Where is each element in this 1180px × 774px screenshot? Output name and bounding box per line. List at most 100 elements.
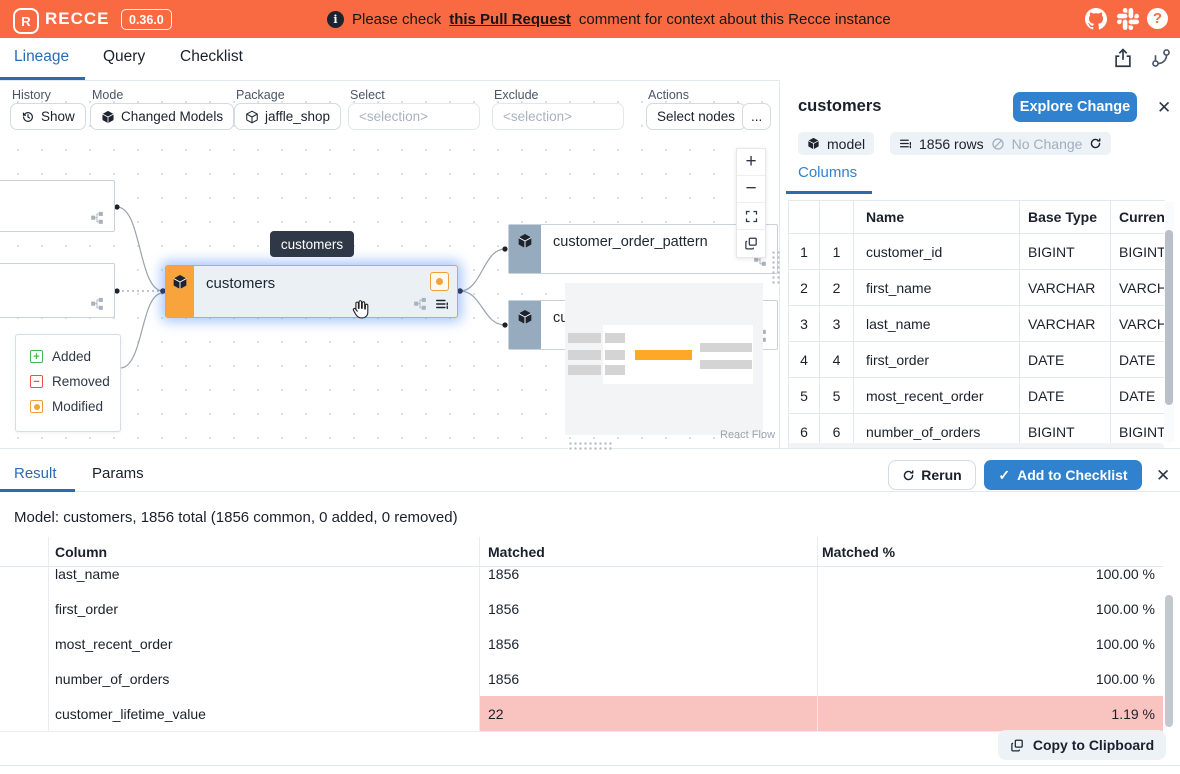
- close-result-icon[interactable]: ✕: [1156, 467, 1170, 484]
- horizontal-resize-handle[interactable]: [568, 441, 612, 452]
- minimap-node: [568, 365, 601, 375]
- refresh-icon[interactable]: [1089, 137, 1102, 150]
- table-row[interactable]: 44 first_orderDATE DATE: [789, 342, 1165, 378]
- table-row[interactable]: 11 customer_idBIGINT BIGINT: [789, 234, 1165, 270]
- explore-change-button[interactable]: Explore Change: [1013, 92, 1137, 122]
- lineage-canvas[interactable]: customers customer_order_pattern cu: [0, 80, 779, 448]
- react-flow-attribution: React Flow: [720, 429, 775, 441]
- cube-icon: [807, 137, 820, 150]
- graph-toolbar: History Show Mode Changed Models Package…: [0, 80, 779, 138]
- branch-icon[interactable]: [1150, 47, 1172, 69]
- node-customers[interactable]: customers: [165, 265, 458, 318]
- scrollbar-thumb[interactable]: [1165, 595, 1173, 727]
- vertical-resize-handle[interactable]: [771, 250, 780, 286]
- rows-icon: [899, 137, 912, 150]
- scrollbar-thumb[interactable]: [1165, 230, 1173, 405]
- hand-cursor-icon: [348, 298, 370, 320]
- tabs-divider: [0, 491, 1180, 492]
- zoom-out-button[interactable]: −: [737, 176, 765, 203]
- slack-icon[interactable]: [1117, 8, 1139, 30]
- change-status-label: No Change: [1012, 136, 1083, 152]
- share-icon[interactable]: [1112, 47, 1134, 69]
- model-cube-icon: [517, 309, 533, 325]
- rerun-button[interactable]: Rerun: [888, 460, 976, 490]
- modified-badge-icon: [430, 272, 449, 291]
- tab-lineage[interactable]: Lineage: [14, 48, 69, 66]
- package-button-label: jaffle_shop: [265, 109, 330, 124]
- recce-app: R RECCE 0.36.0 i Please check this Pull …: [0, 0, 1180, 774]
- legend-added: + Added: [30, 349, 120, 364]
- add-to-checklist-button[interactable]: ✓ Add to Checklist: [984, 460, 1142, 490]
- info-icon: i: [327, 11, 344, 28]
- banner-message-suffix: comment for context about this Recce ins…: [579, 11, 891, 28]
- vertical-scrollbar[interactable]: [1164, 202, 1174, 442]
- node-label: customers: [206, 275, 275, 292]
- cube-icon: [101, 110, 115, 124]
- tab-query[interactable]: Query: [103, 48, 145, 66]
- table-row-clipped[interactable]: last_name 1856 100.00 %: [0, 567, 1163, 591]
- minimap-node: [700, 360, 752, 369]
- upstream-node-1[interactable]: [0, 180, 115, 232]
- model-cube-icon: [517, 233, 533, 249]
- mode-button[interactable]: Changed Models: [90, 103, 234, 130]
- close-panel-icon[interactable]: ✕: [1157, 99, 1171, 116]
- package-button[interactable]: jaffle_shop: [234, 103, 341, 130]
- more-actions-button[interactable]: ...: [742, 103, 771, 130]
- tab-result[interactable]: Result: [14, 465, 57, 482]
- table-row-highlighted[interactable]: customer_lifetime_value 22 1.19 %: [0, 696, 1163, 732]
- rows-icon: [435, 297, 449, 311]
- modified-icon: [30, 400, 43, 413]
- exclude-label: Exclude: [494, 88, 538, 102]
- added-icon: +: [30, 350, 43, 363]
- tab-columns[interactable]: Columns: [798, 164, 857, 181]
- help-icon[interactable]: ?: [1147, 8, 1168, 29]
- exclude-input[interactable]: [492, 103, 624, 130]
- select-nodes-button[interactable]: Select nodes: [646, 103, 746, 130]
- history-label: History: [12, 88, 51, 102]
- header-column: Column: [49, 537, 480, 567]
- tab-checklist[interactable]: Checklist: [180, 48, 243, 66]
- header-matched-pct: Matched %: [818, 537, 1163, 567]
- select-input[interactable]: [348, 103, 480, 130]
- legend-modified: Modified: [30, 399, 120, 414]
- check-icon: ✓: [998, 467, 1010, 484]
- model-cube-icon: [172, 274, 188, 290]
- table-row[interactable]: 22 first_nameVARCHAR VARCHAR: [789, 270, 1165, 306]
- hierarchy-icon: [413, 297, 427, 311]
- result-panel: Result Params Rerun ✓ Add to Checklist ✕…: [0, 448, 1180, 774]
- show-history-button[interactable]: Show: [10, 103, 86, 130]
- interactive-lock-button[interactable]: [737, 230, 765, 257]
- tab-params[interactable]: Params: [92, 465, 144, 482]
- model-badge-label: model: [827, 136, 865, 152]
- row-count-badge: 1856 rows No Change: [890, 132, 1111, 155]
- table-row[interactable]: 55 most_recent_orderDATE DATE: [789, 378, 1165, 414]
- main-nav: Lineage Query Checklist: [0, 38, 1180, 81]
- recce-logo-icon: R: [13, 8, 39, 34]
- table-row[interactable]: 33 last_nameVARCHAR VARCHAR: [789, 306, 1165, 342]
- minimap-node: [605, 350, 625, 360]
- pull-request-link[interactable]: this Pull Request: [449, 11, 571, 28]
- recce-logo-text: RECCE: [45, 9, 110, 29]
- github-icon[interactable]: [1085, 8, 1107, 30]
- fit-view-button[interactable]: [737, 203, 765, 230]
- hierarchy-icon: [90, 297, 104, 311]
- node-type-bar: [166, 266, 194, 317]
- result-table-header: Column Matched Matched %: [0, 537, 1163, 567]
- legend-removed-label: Removed: [52, 374, 110, 389]
- table-row[interactable]: first_order 1856 100.00 %: [0, 591, 1163, 627]
- header-current-type: Current Type: [1111, 201, 1165, 233]
- banner-message-prefix: Please check: [352, 11, 441, 28]
- zoom-in-button[interactable]: +: [737, 149, 765, 176]
- minimap[interactable]: [565, 283, 763, 435]
- columns-tab-indicator: [786, 191, 872, 194]
- result-scrollbar[interactable]: [1164, 567, 1174, 731]
- copy-to-clipboard-button[interactable]: Copy to Clipboard: [998, 730, 1166, 760]
- result-tab-indicator: [0, 489, 75, 492]
- table-row[interactable]: number_of_orders 1856 100.00 %: [0, 661, 1163, 697]
- row-count-label: 1856 rows: [919, 136, 984, 152]
- table-row[interactable]: most_recent_order 1856 100.00 %: [0, 626, 1163, 662]
- header-base-type: Base Type: [1020, 201, 1111, 233]
- columns-table-header: Name Base Type Current Type: [789, 201, 1165, 234]
- result-summary: Model: customers, 1856 total (1856 commo…: [14, 509, 458, 526]
- upstream-node-2[interactable]: [0, 263, 115, 318]
